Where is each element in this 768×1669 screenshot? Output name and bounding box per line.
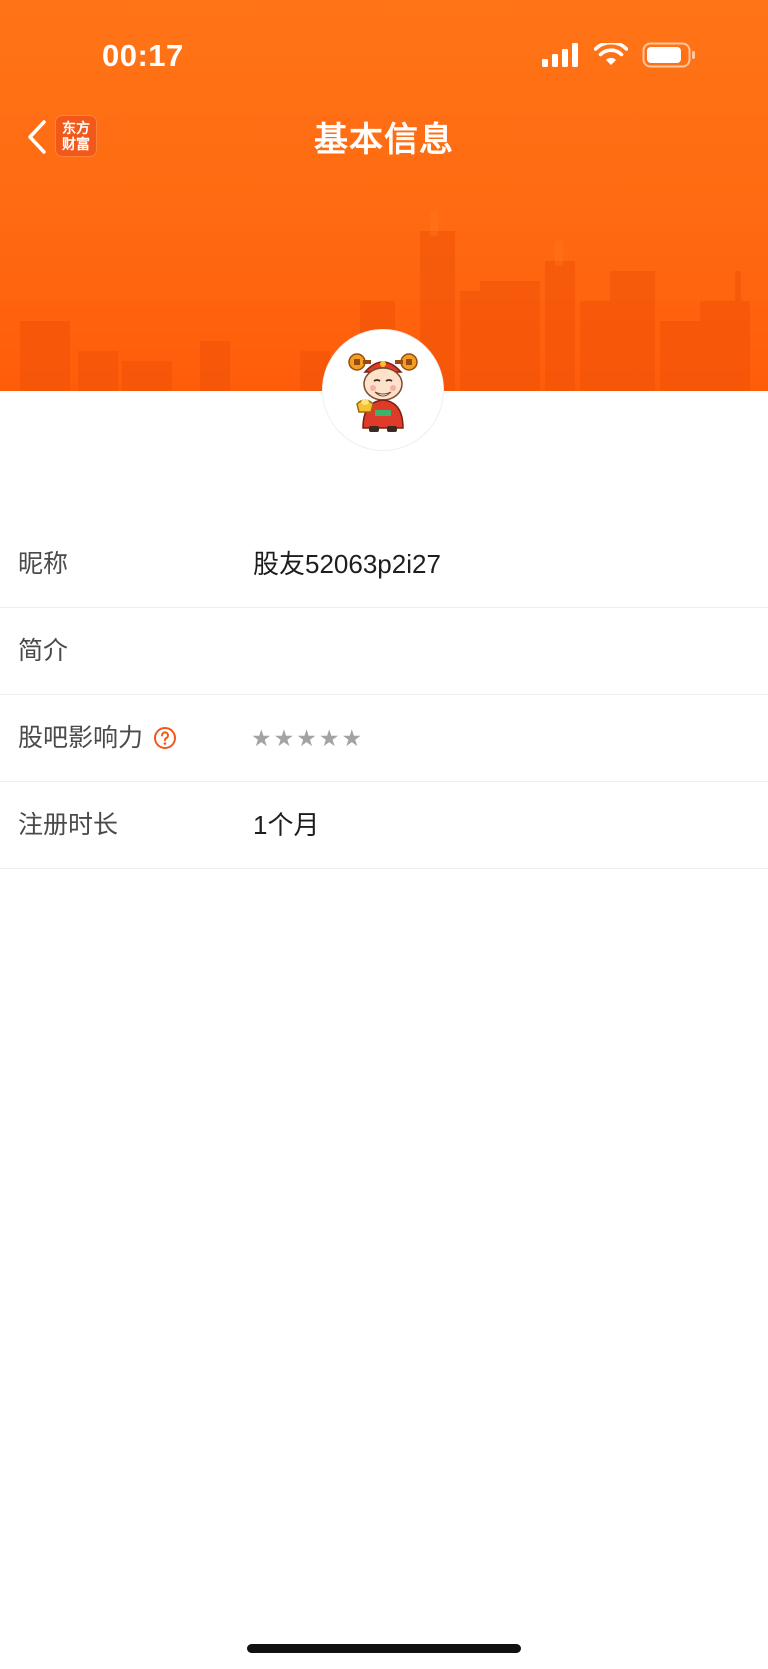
star-icon: ★ — [273, 724, 295, 751]
influence-label-wrap: 股吧影响力 — [18, 695, 177, 781]
home-indicator[interactable] — [247, 1644, 521, 1653]
battery-icon — [642, 42, 695, 68]
bio-row[interactable]: 简介 — [0, 608, 768, 695]
basic-info-page: 00:17 东方 财富 基本信息 昵称 股友52063p2i27 简介 股吧影响… — [0, 0, 768, 1669]
question-circle-icon[interactable] — [153, 726, 177, 750]
registration-duration-label: 注册时长 — [18, 811, 119, 839]
bio-label: 简介 — [18, 637, 69, 665]
status-time: 00:17 — [102, 38, 184, 73]
star-icon: ★ — [318, 724, 340, 751]
profile-info-list: 昵称 股友52063p2i27 简介 股吧影响力 ★ ★ ★ ★ ★ 注册时长 … — [0, 521, 768, 869]
star-icon: ★ — [341, 724, 363, 751]
wifi-icon — [594, 43, 628, 65]
status-icons — [542, 42, 696, 68]
influence-label: 股吧影响力 — [18, 724, 144, 752]
influence-row: 股吧影响力 ★ ★ ★ ★ ★ — [0, 695, 768, 782]
registration-duration-row: 注册时长 1个月 — [0, 782, 768, 869]
god-of-wealth-avatar — [323, 330, 443, 450]
influence-stars: ★ ★ ★ ★ ★ — [251, 695, 362, 781]
star-icon: ★ — [251, 724, 272, 751]
nickname-row[interactable]: 昵称 股友52063p2i27 — [0, 521, 768, 608]
star-icon: ★ — [296, 724, 317, 751]
signal-icon — [542, 43, 578, 67]
page-title: 基本信息 — [314, 121, 454, 159]
avatar[interactable] — [323, 330, 443, 450]
registration-duration-value: 1个月 — [253, 810, 320, 840]
nickname-value: 股友52063p2i27 — [253, 549, 441, 579]
nickname-label: 昵称 — [18, 550, 69, 578]
